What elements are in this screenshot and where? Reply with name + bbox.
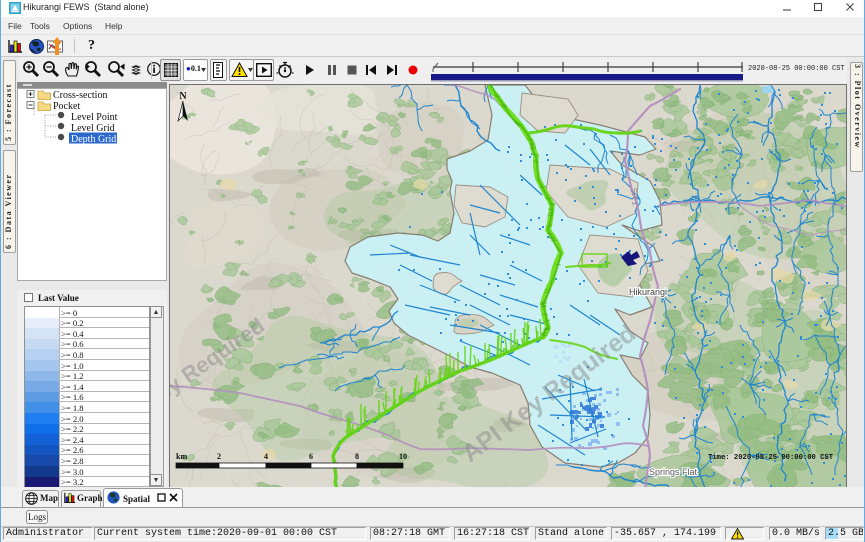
svg-text:Springs Flat: Springs Flat <box>649 467 698 477</box>
svg-text:4: 4 <box>264 452 268 461</box>
svg-text:6: 6 <box>309 452 313 461</box>
svg-text:km: km <box>176 452 187 461</box>
svg-text:2: 2 <box>217 452 221 461</box>
svg-text:8: 8 <box>355 452 359 461</box>
svg-text:10: 10 <box>399 452 407 461</box>
svg-text:Time: 2020-08-25 00:00:00 CST: Time: 2020-08-25 00:00:00 CST <box>708 454 834 462</box>
svg-text:SH 1: SH 1 <box>629 188 640 207</box>
svg-text:N: N <box>179 91 187 102</box>
svg-text:Hikurangi: Hikurangi <box>629 287 667 297</box>
